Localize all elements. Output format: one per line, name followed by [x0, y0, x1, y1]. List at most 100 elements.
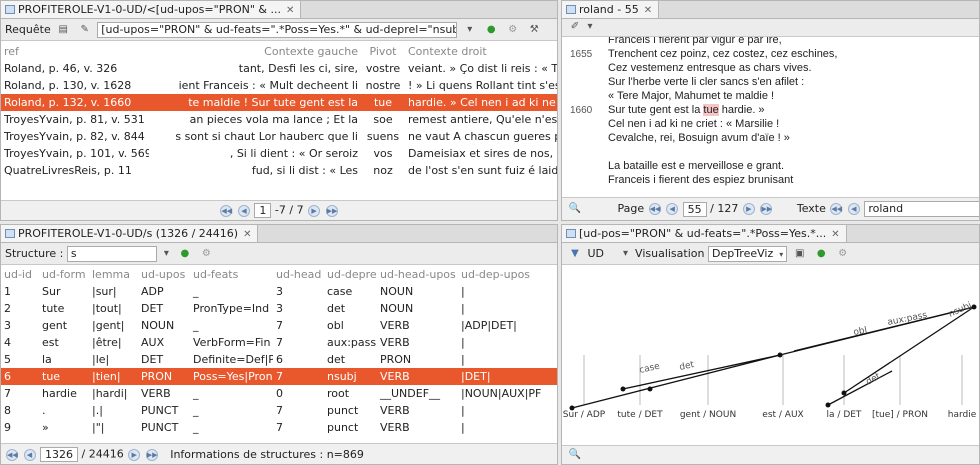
structure-row[interactable]: 2 tute |tout| DET PronType=Ind 3 det NOUN |	[1, 300, 557, 317]
col-pivot[interactable]: Pivot	[361, 43, 405, 60]
prev-text-icon[interactable]: ◀◀	[830, 203, 843, 215]
concordance-tabbar: PROFITEROLE-V1-0-UD/<[ud-upos="PRON" & .…	[1, 1, 557, 19]
visualisation-select[interactable]: DepTreeViz ▾	[707, 246, 788, 262]
prev-page-icon[interactable]: ◀	[23, 448, 36, 461]
col-ud-upos[interactable]: ud-upos	[138, 266, 190, 283]
refresh-tree-icon[interactable]: ●	[814, 247, 828, 261]
structure-value: s	[70, 247, 77, 260]
run-query-icon[interactable]: ●	[484, 23, 498, 37]
close-icon[interactable]: ✕	[243, 229, 251, 240]
col-ud-head-upos[interactable]: ud-head-upos	[377, 266, 458, 283]
concordance-row[interactable]: Roland, p. 46, v. 326 tant, Desfi les ci,…	[1, 60, 557, 77]
col-right-context[interactable]: Contexte droit	[405, 43, 557, 60]
pencil-icon[interactable]: ✎	[78, 23, 92, 37]
next-page-icon[interactable]: ▶	[128, 448, 141, 461]
search-icon[interactable]: 🔍	[568, 448, 582, 462]
query-input[interactable]: [ud-upos="PRON" & ud-feats=".*Poss=Yes.*…	[97, 22, 458, 38]
prev-text-small-icon[interactable]: ◀	[847, 203, 860, 215]
cell-ud-id: 7	[4, 387, 11, 400]
row-left-context: , Si li dient : « Or seroiz	[229, 147, 358, 160]
cell-ud-head-upos: __UNDEF__	[380, 387, 441, 400]
concordance-row[interactable]: TroyesYvain, p. 101, v. 5691 , Si li dien…	[1, 145, 557, 162]
next-page-icon[interactable]: ▶	[308, 204, 321, 217]
options-icon[interactable]: ⚙	[199, 247, 213, 261]
cell-ud-form: gent	[42, 319, 68, 332]
query-toolbar: Requête ▤ ✎ [ud-upos="PRON" & ud-feats="…	[1, 19, 557, 41]
structure-page-input[interactable]: 1326	[40, 447, 78, 462]
close-icon[interactable]: ✕	[644, 5, 652, 16]
col-ud-feats[interactable]: ud-feats	[190, 266, 273, 283]
text-input[interactable]: roland	[864, 201, 979, 217]
save-icon[interactable]: ▣	[793, 247, 807, 261]
tab-structure[interactable]: PROFITEROLE-V1-0-UD/s (1326 / 24416) ✕	[1, 225, 259, 242]
first-page-icon[interactable]: ◀◀	[220, 204, 233, 217]
col-ud-form[interactable]: ud-form	[39, 266, 89, 283]
query-history-dropdown-icon[interactable]: ▾	[463, 23, 477, 37]
structure-row[interactable]: 8. |.| PUNCT _ 7 punct VERB |	[1, 402, 557, 419]
model-icon: ▼	[571, 248, 579, 259]
col-ud-deprel[interactable]: ud-deprel	[324, 266, 377, 283]
cell-ud-head: 3	[276, 285, 283, 298]
concordance-row[interactable]: QuatreLivresReis, p. 11 fud, si li dist :…	[1, 162, 557, 179]
close-icon[interactable]: ✕	[286, 5, 294, 16]
structure-row[interactable]: 7 hardie |hardi| VERB _ 0 root __UNDEF__ |NOUN|A…	[1, 385, 557, 402]
first-page-icon[interactable]: ◀◀	[6, 448, 18, 461]
close-icon[interactable]: ✕	[831, 229, 839, 240]
chevron-down-icon[interactable]: ▾	[586, 20, 594, 34]
last-page-icon[interactable]: ▶▶	[145, 448, 158, 461]
options-icon[interactable]: ⚙	[836, 247, 850, 261]
col-lemma[interactable]: lemma	[89, 266, 138, 283]
concordance-row[interactable]: TroyesYvain, p. 81, v. 531 an pieces vola…	[1, 111, 557, 128]
verse-line: Cevalche, rei, Bosuign avum d'aïe ! »	[562, 132, 979, 145]
row-pivot: nostre	[365, 79, 401, 92]
col-ud-id[interactable]: ud-id	[1, 266, 39, 283]
token-node	[777, 352, 783, 358]
col-ref[interactable]: ref	[1, 43, 149, 60]
structure-row[interactable]: 1 Sur |sur| ADP _ 3 case NOUN |	[1, 283, 557, 300]
first-page-icon[interactable]: ◀◀	[648, 203, 661, 215]
structure-row[interactable]: 9 » |"| PUNCT _ 7 punct VERB |	[1, 419, 557, 436]
tab-tree[interactable]: [ud-pos="PRON" & ud-feats=".*Poss=Yes.*.…	[562, 225, 847, 242]
prev-page-icon[interactable]: ◀	[237, 204, 250, 217]
tab-concordance[interactable]: PROFITEROLE-V1-0-UD/<[ud-upos="PRON" & .…	[1, 1, 302, 18]
col-ud-head[interactable]: ud-head	[273, 266, 324, 283]
structure-row[interactable]: 6 tue |tien| PRON Poss=Yes|Pron 7 nsubj VERB |DE…	[1, 368, 557, 385]
col-left-context[interactable]: Contexte gauche	[149, 43, 361, 60]
broom-icon[interactable]: ⚒	[527, 23, 541, 37]
query-assistant-icon[interactable]: ▤	[56, 23, 70, 37]
prev-page-icon[interactable]: ◀	[666, 203, 679, 215]
dependency-label: case	[638, 361, 661, 376]
last-page-icon[interactable]: ▶▶	[760, 203, 773, 215]
concordance-row[interactable]: TroyesYvain, p. 82, v. 844 s sont si chau…	[1, 128, 557, 145]
structure-row[interactable]: 4 est |être| AUX VerbForm=Fin 7 aux:pass VERB |	[1, 334, 557, 351]
col-ud-dep-upos[interactable]: ud-dep-upos	[458, 266, 557, 283]
next-page-icon[interactable]: ▶	[742, 203, 755, 215]
token-node	[825, 402, 831, 408]
concordance-row[interactable]: Roland, p. 132, v. 1660 te maldie ! Sur t…	[1, 94, 557, 111]
edition-page-input[interactable]: 55	[682, 201, 707, 217]
search-icon[interactable]: 🔍	[568, 202, 582, 216]
structure-row[interactable]: 3 gent |gent| NOUN _ 7 obl VERB |ADP|DET|	[1, 317, 557, 334]
structure-select[interactable]: s	[66, 246, 157, 262]
chevron-down-icon[interactable]: ▾	[622, 247, 630, 261]
verse-line: Cez vestemenz entresque as chars vives.	[562, 62, 979, 75]
row-right-context: Dameisiax et sires de nos, Et nosl	[408, 147, 557, 160]
last-page-icon[interactable]: ▶▶	[325, 204, 338, 217]
cell-ud-head: 7	[276, 319, 283, 332]
run-structure-icon[interactable]: ●	[178, 247, 192, 261]
dependency-tree: case detoblaux:passdetnsubjSur / ADP tute …	[563, 301, 977, 420]
cell-ud-upos: PUNCT	[141, 421, 179, 434]
row-right-context: ne vaut A chascun gueres plus d'	[408, 130, 557, 143]
options-icon[interactable]: ⚙	[506, 23, 520, 37]
chevron-down-icon[interactable]: ▾	[162, 247, 170, 261]
highlight-pen-icon[interactable]: ✐	[568, 20, 582, 34]
model-value[interactable]: UD	[588, 247, 605, 260]
concordance-row[interactable]: Roland, p. 130, v. 1628 ient Franceis : «…	[1, 77, 557, 94]
structure-header: ud-id ud-form lemma ud-upos ud-feats ud-head u…	[1, 266, 557, 283]
cell-ud-id: 2	[4, 302, 11, 315]
cell-ud-deprel: det	[327, 353, 346, 366]
tab-edition[interactable]: roland - 55 ✕	[562, 1, 660, 18]
tab-edition-label: roland - 55	[579, 3, 639, 16]
structure-row[interactable]: 5 la |le| DET Definite=Def|P 6 det PRON |	[1, 351, 557, 368]
concordance-page-input[interactable]: 1	[254, 203, 272, 218]
